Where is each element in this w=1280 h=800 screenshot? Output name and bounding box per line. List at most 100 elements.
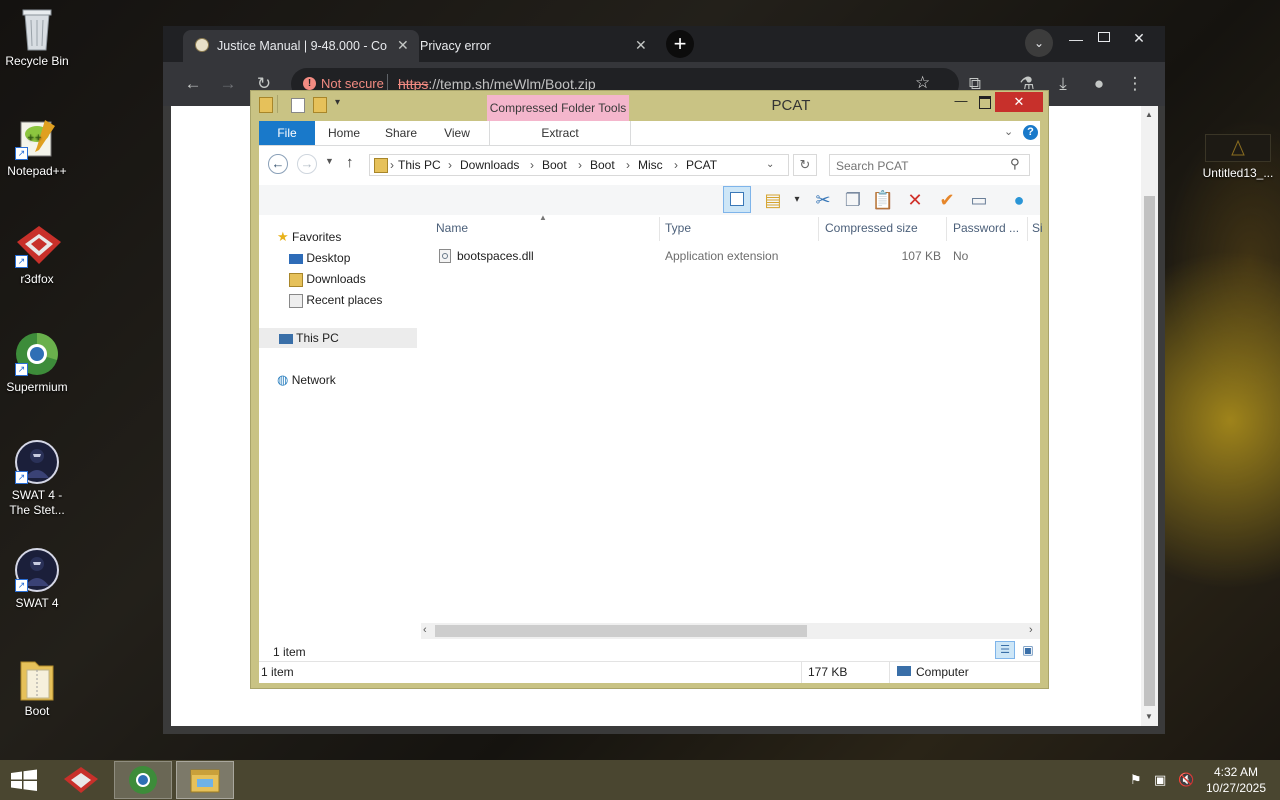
desktop-icon-untitled13[interactable]: Untitled13_... [1198, 134, 1278, 181]
desktop-icon-r3dfox[interactable]: ↗ r3dfox [0, 224, 74, 287]
downloads-button[interactable]: ⤓ [1051, 74, 1075, 94]
checkmark-icon[interactable]: ✔ [935, 188, 959, 212]
file-row[interactable]: bootspaces.dll Application extension 107… [431, 245, 1040, 267]
breadcrumb-boot[interactable]: Boot [542, 158, 567, 172]
ribbon-tab-view[interactable]: View [435, 121, 479, 145]
column-header-name[interactable]: Name [436, 221, 468, 235]
back-button[interactable]: ← [268, 154, 288, 174]
breadcrumb-downloads[interactable]: Downloads [460, 158, 519, 172]
large-icons-view-icon[interactable]: ▣ [1019, 641, 1037, 659]
clock[interactable]: 4:32 AM 10/27/2025 [1200, 764, 1272, 796]
forward-button[interactable]: → [216, 74, 240, 94]
breadcrumb-this-pc[interactable]: This PC [398, 158, 441, 172]
desktop-icon-swat4-stetchkov[interactable]: ↗ SWAT 4 - The Stet... [0, 440, 74, 518]
desktop-icon-notepadpp[interactable]: ++ ↗ Notepad++ [0, 116, 74, 179]
tab-justice-manual[interactable]: Justice Manual | 9-48.000 - Com ✕ [183, 30, 419, 62]
column-divider [818, 217, 819, 241]
scroll-left-icon[interactable]: ‹ [423, 624, 427, 636]
nav-this-pc[interactable]: This PC [259, 328, 417, 348]
close-button[interactable]: ✕ [995, 92, 1043, 112]
page-scrollbar[interactable]: ▲ ▼ [1141, 106, 1158, 726]
minimize-button[interactable]: — [951, 93, 971, 108]
preview-pane-icon[interactable] [723, 186, 751, 213]
taskbar-supermium[interactable] [114, 761, 172, 799]
breadcrumb-boot-2[interactable]: Boot [590, 158, 615, 172]
nav-downloads[interactable]: Downloads [289, 269, 366, 289]
minimize-button[interactable]: — [1063, 28, 1089, 54]
desktop-icon-label: r3dfox [20, 272, 54, 286]
help-icon[interactable]: ? [1023, 125, 1038, 140]
scroll-thumb[interactable] [1144, 196, 1155, 706]
nav-desktop[interactable]: Desktop [289, 248, 350, 268]
nav-network[interactable]: ◍ Network [277, 370, 336, 390]
new-folder-icon[interactable] [313, 97, 327, 113]
maximize-button[interactable] [1091, 28, 1117, 54]
volume-muted-icon[interactable]: 🔇 [1178, 772, 1194, 788]
start-button[interactable] [0, 761, 48, 799]
taskbar-r3dfox[interactable] [52, 761, 110, 799]
desktop-icon-recycle-bin[interactable]: Recycle Bin [0, 6, 74, 69]
ribbon-expand-icon[interactable]: ⌄ [1004, 125, 1013, 138]
scroll-up-icon[interactable]: ▲ [1145, 110, 1153, 119]
desktop-icon-boot[interactable]: Boot [0, 656, 74, 719]
search-box[interactable]: ⚲ [829, 154, 1030, 176]
column-header-compressed-size[interactable]: Compressed size [825, 221, 918, 235]
address-bar[interactable]: › This PC › Downloads › Boot › Boot › Mi… [369, 154, 789, 176]
breadcrumb-misc[interactable]: Misc [638, 158, 663, 172]
ribbon-tab-file[interactable]: File [259, 121, 315, 145]
tab-close-icon[interactable]: ✕ [635, 31, 647, 59]
breadcrumb-pcat[interactable]: PCAT [686, 158, 717, 172]
properties-icon[interactable] [291, 98, 305, 113]
new-tab-button[interactable]: + [666, 30, 694, 58]
horizontal-scrollbar[interactable]: ‹ › [421, 623, 1040, 639]
nav-recent-places[interactable]: Recent places [289, 290, 382, 310]
details-view-icon[interactable]: ☰ [995, 641, 1015, 659]
nav-label: Desktop [306, 251, 351, 265]
desktop-icon-supermium[interactable]: ↗ Supermium [0, 332, 74, 395]
nav-favorites[interactable]: ★ Favorites [277, 227, 341, 247]
paste-icon[interactable]: 📋 [871, 188, 895, 212]
explorer-body: File Home Share View Extract ⌄ ? ← → ▼ ↑… [259, 121, 1043, 683]
column-header-type[interactable]: Type [665, 221, 691, 235]
ribbon-tab-extract[interactable]: Extract [489, 121, 631, 145]
maximize-button[interactable] [979, 96, 991, 109]
rename-icon[interactable]: ▭ [967, 188, 991, 212]
status-location: Computer [916, 665, 969, 679]
close-window-button[interactable]: ✕ [1119, 26, 1159, 52]
ribbon-tab-home[interactable]: Home [321, 121, 367, 145]
options-dropdown-icon[interactable]: ▾ [785, 188, 809, 212]
menu-button[interactable]: ⋮ [1123, 74, 1147, 94]
desktop-icon-swat4[interactable]: ↗ SWAT 4 [0, 548, 74, 611]
up-one-level-icon[interactable]: ↑ [346, 154, 354, 171]
breadcrumb-sep: › [390, 158, 394, 172]
scroll-down-icon[interactable]: ▼ [1145, 712, 1153, 721]
search-input[interactable] [834, 157, 1008, 175]
taskbar-file-explorer[interactable] [176, 761, 234, 799]
forward-button[interactable]: → [297, 154, 317, 174]
folder-options-icon[interactable]: ▤ [761, 188, 785, 212]
tab-close-icon[interactable]: ✕ [397, 31, 409, 59]
column-header-password[interactable]: Password ... [953, 221, 1019, 235]
customize-qat-icon[interactable]: ▾ [335, 97, 340, 108]
ribbon-tab-share[interactable]: Share [377, 121, 425, 145]
tab-privacy-error[interactable]: Privacy error ✕ [413, 30, 653, 62]
network-icon[interactable]: ▣ [1154, 772, 1166, 788]
recent-locations-icon[interactable]: ▼ [325, 156, 334, 166]
item-count: 1 item [273, 645, 306, 659]
scroll-right-icon[interactable]: › [1029, 624, 1033, 636]
cut-icon[interactable]: ✂ [811, 188, 835, 212]
scroll-thumb[interactable] [435, 625, 807, 637]
back-button[interactable]: ← [181, 74, 205, 94]
file-name: bootspaces.dll [457, 249, 534, 263]
profile-button[interactable]: ● [1087, 74, 1111, 94]
column-header-size[interactable]: Si [1032, 221, 1043, 235]
flag-icon[interactable]: ⚑ [1130, 772, 1142, 788]
svg-text:++: ++ [27, 133, 42, 143]
address-dropdown-icon[interactable]: ⌄ [766, 159, 774, 170]
copy-icon[interactable]: ❐ [841, 188, 865, 212]
refresh-button[interactable]: ↻ [793, 154, 817, 176]
delete-icon[interactable]: ✕ [903, 188, 927, 212]
tab-search-button[interactable]: ⌄ [1025, 29, 1053, 57]
nav-label: Recent places [306, 293, 383, 307]
globe-icon[interactable]: ● [1007, 188, 1031, 212]
